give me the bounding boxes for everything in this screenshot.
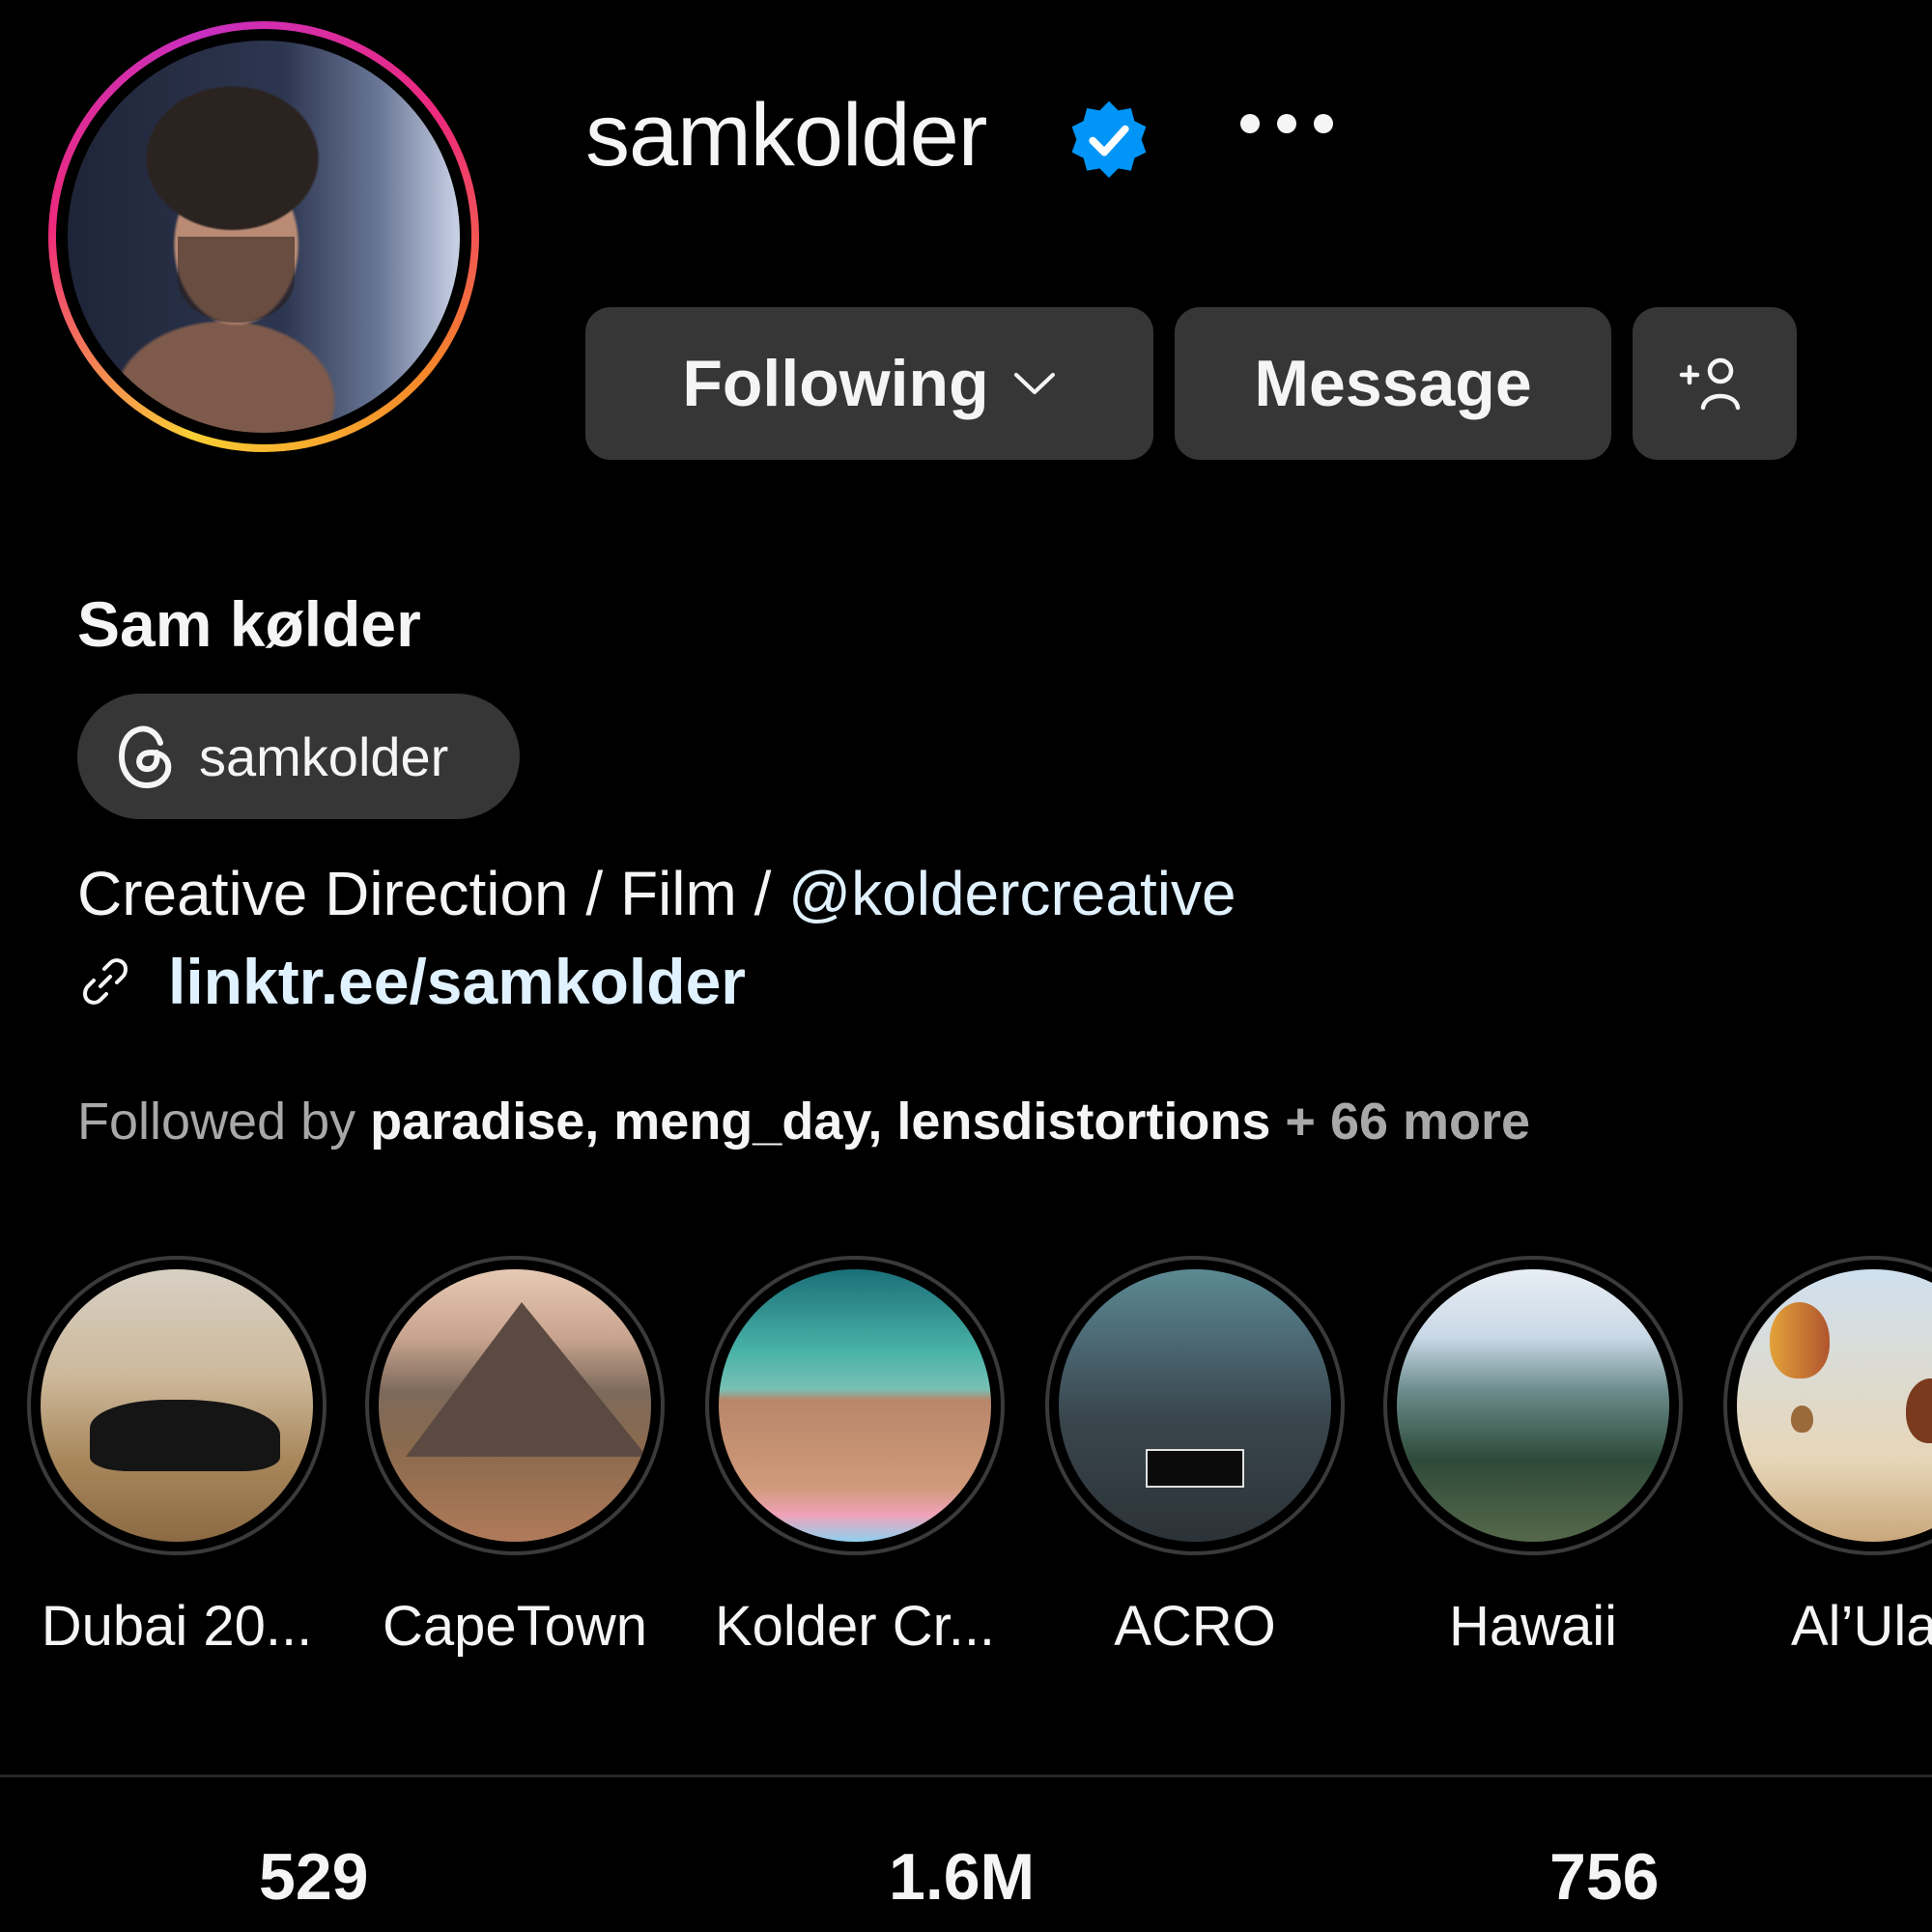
- following-button[interactable]: Following: [585, 307, 1153, 460]
- highlight-label: CapeTown: [382, 1595, 648, 1658]
- threads-link-badge[interactable]: samkolder: [77, 694, 520, 819]
- bio-mention-link[interactable]: @koldercreative: [788, 859, 1236, 928]
- add-person-icon: [1679, 357, 1741, 411]
- verified-badge-icon: [1071, 100, 1147, 178]
- highlight-item[interactable]: Dubai 20...: [27, 1256, 327, 1659]
- divider: [0, 1775, 1932, 1777]
- highlight-item[interactable]: CapeTown: [365, 1256, 665, 1659]
- highlight-label: Al’Ula: [1791, 1595, 1932, 1658]
- highlight-cover: [719, 1269, 991, 1542]
- highlight-item[interactable]: Hawaii: [1383, 1256, 1683, 1659]
- highlight-item[interactable]: Al’Ula: [1723, 1256, 1932, 1659]
- posts-count: 529: [259, 1840, 369, 1914]
- message-button[interactable]: Message: [1175, 307, 1611, 460]
- following-count[interactable]: 756: [1549, 1839, 1659, 1915]
- link-icon: [82, 958, 128, 1005]
- chevron-down-icon: [1013, 373, 1055, 394]
- highlight-item[interactable]: ACRO: [1045, 1256, 1345, 1659]
- threads-icon: [118, 725, 172, 789]
- followed-by-more: + 66 more: [1270, 1093, 1531, 1151]
- username: samkolder: [585, 86, 987, 185]
- highlight-cover: [1397, 1269, 1669, 1542]
- followers-count[interactable]: 1.6M: [889, 1839, 1035, 1915]
- highlight-item[interactable]: Kolder Cr...: [705, 1256, 1005, 1659]
- highlight-cover: [41, 1269, 313, 1542]
- bio-text: Creative Direction / Film / @koldercreat…: [77, 858, 1236, 929]
- followed-by-prefix: Followed by: [77, 1093, 371, 1151]
- highlight-label: Kolder Cr...: [714, 1595, 996, 1658]
- full-name: Sam kølder: [77, 588, 421, 660]
- highlight-label: Dubai 20...: [41, 1595, 313, 1658]
- followed-by-names: paradise, meng_day, lensdistortions: [370, 1093, 1271, 1151]
- followed-by-text[interactable]: Followed by paradise, meng_day, lensdist…: [77, 1092, 1530, 1151]
- suggested-users-button[interactable]: [1633, 307, 1797, 460]
- bio-prefix: Creative Direction / Film /: [77, 859, 789, 928]
- message-label: Message: [1254, 347, 1532, 420]
- profile-avatar-story-ring[interactable]: [48, 21, 479, 452]
- highlight-cover: [1059, 1269, 1331, 1542]
- threads-handle: samkolder: [199, 725, 449, 787]
- more-options-icon[interactable]: [1240, 114, 1333, 133]
- external-link[interactable]: linktr.ee/samkolder: [77, 945, 746, 1018]
- avatar: [68, 41, 460, 433]
- link-text: linktr.ee/samkolder: [168, 946, 746, 1017]
- following-label: Following: [682, 347, 989, 420]
- highlight-label: Hawaii: [1448, 1595, 1618, 1658]
- profile-page: samkolder Following Message Sam kølder s…: [0, 0, 1932, 1932]
- highlight-cover: [379, 1269, 651, 1542]
- highlight-cover: [1737, 1269, 1932, 1542]
- highlight-label: ACRO: [1114, 1595, 1276, 1658]
